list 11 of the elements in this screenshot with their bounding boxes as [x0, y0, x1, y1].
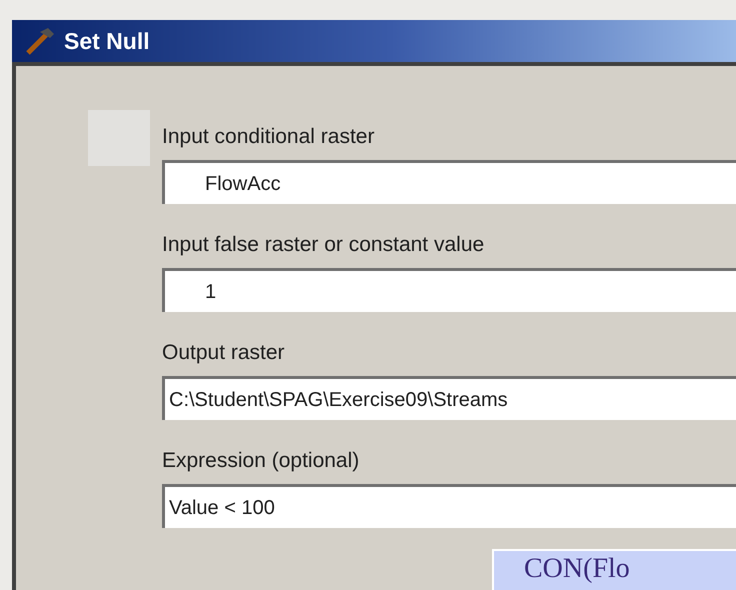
- dropdown-field[interactable]: 1: [162, 268, 736, 312]
- input-field[interactable]: C:\Student\SPAG\Exercise09\Streams: [162, 376, 736, 420]
- input-field[interactable]: Value < 100: [162, 484, 736, 528]
- field-label: Output raster: [162, 340, 286, 366]
- formula-text: CON(Flo: [492, 549, 736, 590]
- field-label: Input conditional raster: [162, 124, 376, 150]
- hammer-icon: [24, 26, 56, 56]
- window-title: Set Null: [64, 26, 150, 56]
- field-label: Expression (optional): [162, 448, 360, 474]
- dropdown-field[interactable]: FlowAcc: [162, 160, 736, 204]
- field-label: Input false raster or constant value: [162, 232, 486, 258]
